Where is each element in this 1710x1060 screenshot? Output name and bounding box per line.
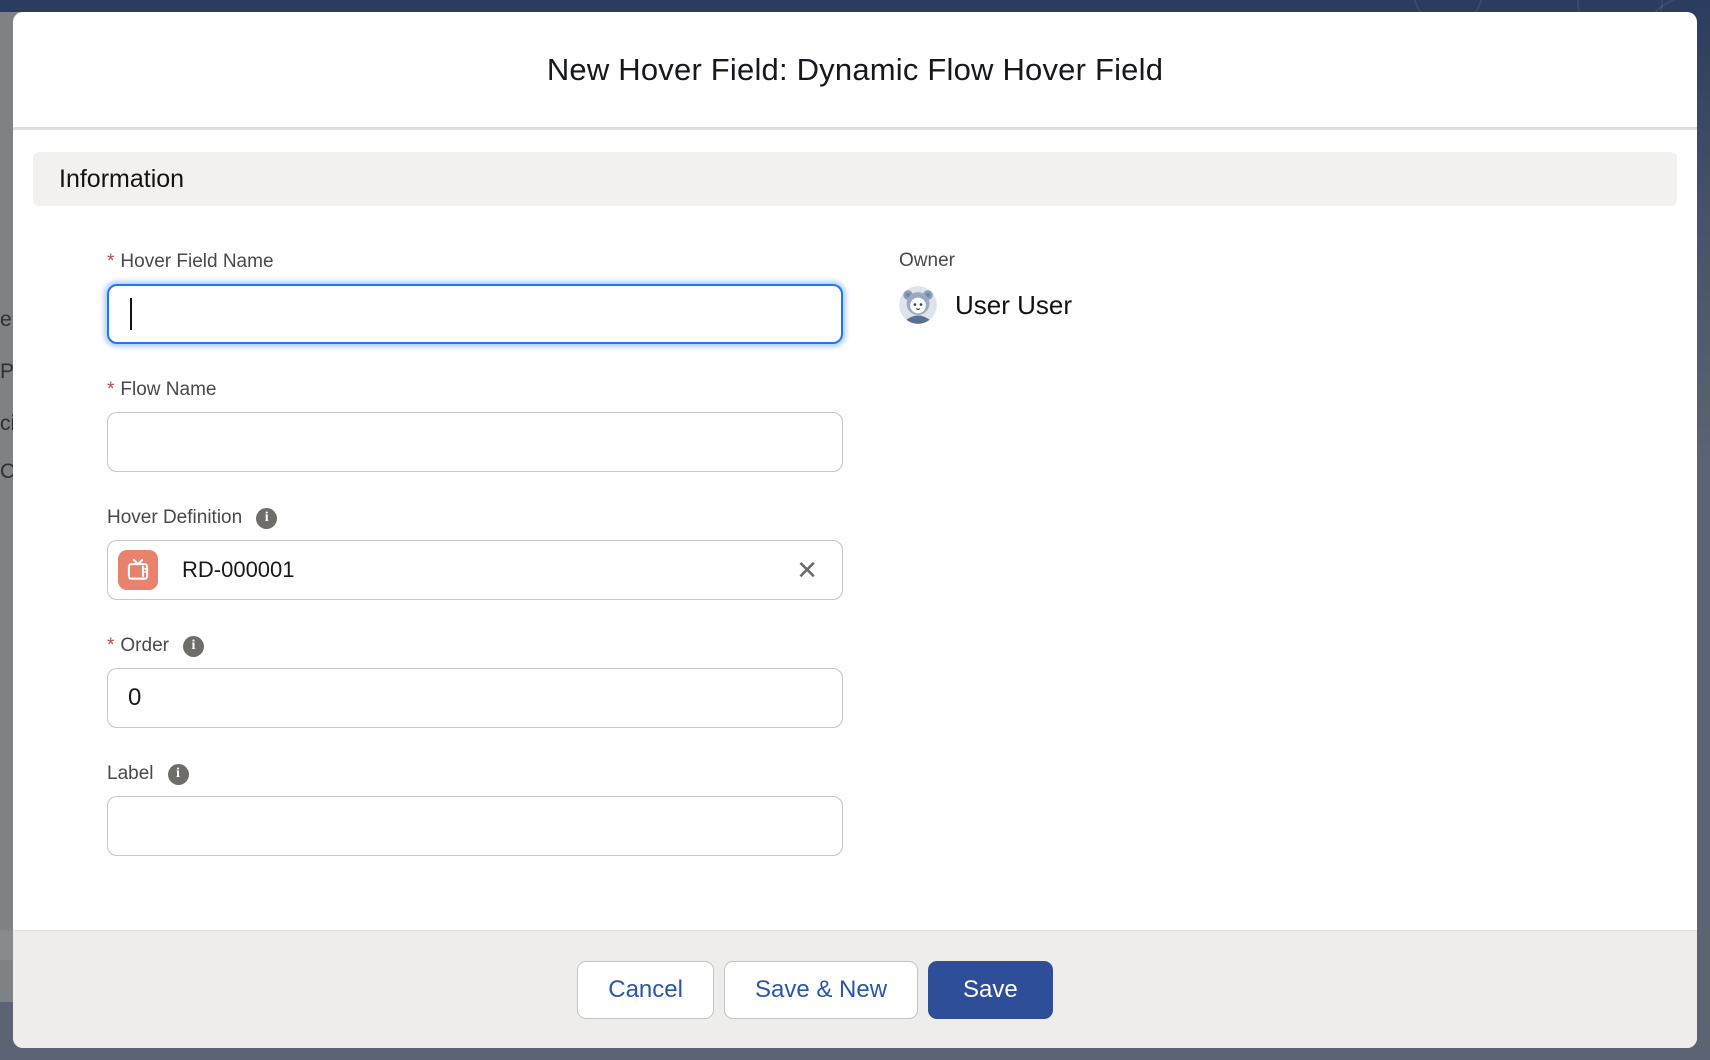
field-label: * Hover Field Name	[107, 250, 843, 274]
info-icon[interactable]: i	[183, 636, 204, 657]
text-cursor	[130, 298, 132, 330]
label-label: Label	[107, 763, 154, 785]
hover-definition-lookup[interactable]: RD-000001 ✕	[107, 540, 843, 600]
field-order: * Order i	[107, 634, 843, 728]
save-and-new-button[interactable]: Save & New	[724, 961, 918, 1019]
field-label: * Order i	[107, 634, 843, 658]
label-input[interactable]	[107, 796, 843, 856]
modal-body: Information * Hover Field Name	[13, 130, 1697, 930]
modal-footer: Cancel Save & New Save	[13, 930, 1697, 1048]
section-title: Information	[59, 165, 184, 194]
field-label: Label i	[107, 762, 843, 786]
dimmed-page-block	[0, 930, 13, 960]
field-flow-name: * Flow Name	[107, 378, 843, 472]
selected-record-name: RD-000001	[182, 557, 796, 583]
hover-field-name-input-wrap	[107, 284, 843, 344]
info-icon[interactable]: i	[168, 764, 189, 785]
screen: e Pr cit Co New Hover Field: Dynamic Flo…	[0, 0, 1710, 1060]
required-asterisk: *	[107, 635, 114, 657]
owner-name: User User	[955, 290, 1072, 321]
flow-name-label: Flow Name	[120, 379, 216, 401]
field-hover-definition: Hover Definition i	[107, 506, 843, 600]
section-header-information: Information	[33, 152, 1677, 206]
close-icon[interactable]: ✕	[796, 557, 818, 583]
backdrop-right-strip	[1696, 0, 1710, 1060]
order-label: Order	[120, 635, 169, 657]
info-icon[interactable]: i	[256, 508, 277, 529]
save-button[interactable]: Save	[928, 961, 1053, 1019]
field-label: * Flow Name	[107, 378, 843, 402]
owner-value-row: User User	[899, 286, 1072, 324]
field-hover-field-name: * Hover Field Name	[107, 250, 843, 344]
form-right-column: Owner	[899, 250, 1072, 890]
modal-header: New Hover Field: Dynamic Flow Hover Fiel…	[13, 12, 1697, 130]
new-record-modal: New Hover Field: Dynamic Flow Hover Fiel…	[13, 12, 1697, 1048]
cancel-button[interactable]: Cancel	[577, 961, 714, 1019]
astro-avatar	[899, 286, 937, 324]
field-label-field: Label i	[107, 762, 843, 856]
modal-title: New Hover Field: Dynamic Flow Hover Fiel…	[547, 52, 1163, 88]
hover-definition-label: Hover Definition	[107, 507, 242, 529]
tv-icon	[118, 550, 158, 590]
owner-label: Owner	[899, 250, 1072, 274]
required-asterisk: *	[107, 251, 114, 273]
order-input[interactable]	[107, 668, 843, 728]
hover-field-name-input[interactable]	[107, 284, 843, 344]
field-label: Hover Definition i	[107, 506, 843, 530]
form-left-column: * Hover Field Name * Flow Name	[107, 250, 843, 890]
record-form: * Hover Field Name * Flow Name	[33, 250, 1677, 890]
flow-name-input[interactable]	[107, 412, 843, 472]
hover-field-name-label: Hover Field Name	[120, 251, 273, 273]
required-asterisk: *	[107, 379, 114, 401]
